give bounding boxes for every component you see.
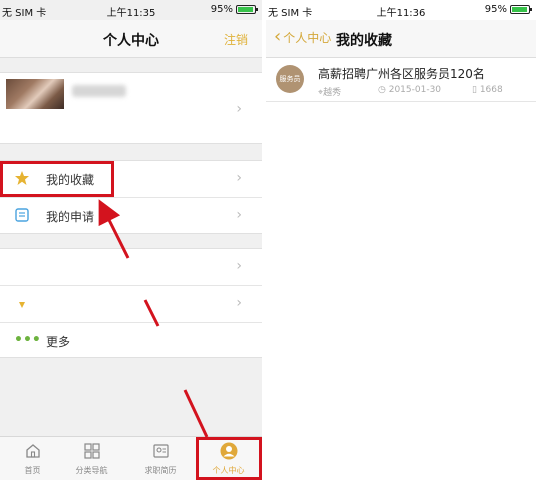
chevron-right-icon: › (236, 258, 242, 274)
battery-percent: 95% (484, 4, 507, 15)
menu-item-applications[interactable]: 我的申请 › (0, 198, 262, 234)
list-item[interactable]: 服务员 高薪招聘广州各区服务员120名 ⌖越秀 ◷ 2015-01-30 ▯ 1… (266, 58, 536, 102)
tab-label: 分类导航 (75, 466, 108, 475)
settings-section: › › ••• 更多 (0, 248, 262, 358)
menu-item-more[interactable]: ••• 更多 (0, 323, 262, 359)
book-icon: ▯ (472, 85, 477, 95)
status-bar: 无 SIM 卡 上午11:35 95% (0, 0, 262, 20)
tab-categories[interactable]: 分类导航 (59, 437, 124, 480)
tab-resume[interactable]: 求职简历 (128, 437, 193, 480)
status-bar: 无 SIM 卡 上午11:36 95% (266, 0, 536, 20)
job-title: 高薪招聘广州各区服务员120名 (318, 67, 485, 81)
tab-home[interactable]: 首页 (0, 437, 65, 480)
job-location: ⌖越秀 (318, 88, 342, 98)
back-label: 个人中心 (283, 30, 332, 45)
highlight-profile-tab (196, 437, 262, 480)
battery-icon (236, 5, 258, 14)
notebook-icon (14, 207, 30, 223)
right-screen: 无 SIM 卡 上午11:36 95% ‹ 个人中心 我的收藏 服务员 高薪招聘… (266, 0, 536, 480)
page-title: 我的收藏 (336, 33, 392, 49)
job-views: ▯ 1668 (472, 85, 503, 95)
logout-button[interactable]: 注销 (224, 31, 248, 48)
clock-icon: ◷ (378, 85, 386, 95)
nav-bar: ‹ 个人中心 我的收藏 (266, 20, 536, 58)
chevron-right-icon: › (236, 170, 242, 186)
more-dots-icon: ••• (14, 332, 41, 348)
left-screen: 无 SIM 卡 上午11:35 95% 个人中心 注销 › 我的收藏 › 我的申… (0, 0, 262, 480)
settings-item[interactable]: › (0, 286, 262, 322)
home-icon (24, 442, 42, 460)
page-title: 个人中心 (103, 33, 159, 49)
menu-item-label: 我的申请 (46, 210, 95, 224)
menu-item-label: 更多 (46, 335, 71, 349)
company-logo: 服务员 (276, 65, 304, 93)
chevron-right-icon: › (236, 295, 242, 311)
chevron-right-icon: › (236, 207, 242, 223)
avatar (6, 79, 64, 109)
nav-bar: 个人中心 注销 (0, 20, 262, 58)
back-button[interactable]: ‹ 个人中心 (274, 28, 331, 46)
tab-label: 首页 (24, 466, 41, 475)
chevron-right-icon: › (236, 101, 242, 117)
chevron-left-icon: ‹ (274, 26, 282, 47)
grid-icon (83, 442, 101, 460)
tab-label: 求职简历 (144, 466, 177, 475)
settings-item[interactable]: › (0, 249, 262, 285)
profile-card[interactable]: › (0, 72, 262, 144)
funnel-icon (14, 300, 30, 316)
battery-icon (510, 5, 532, 14)
resume-icon (152, 442, 170, 460)
username-blurred (72, 85, 126, 97)
job-date: ◷ 2015-01-30 (378, 85, 442, 95)
battery-percent: 95% (210, 4, 233, 15)
highlight-favorites (0, 161, 114, 197)
